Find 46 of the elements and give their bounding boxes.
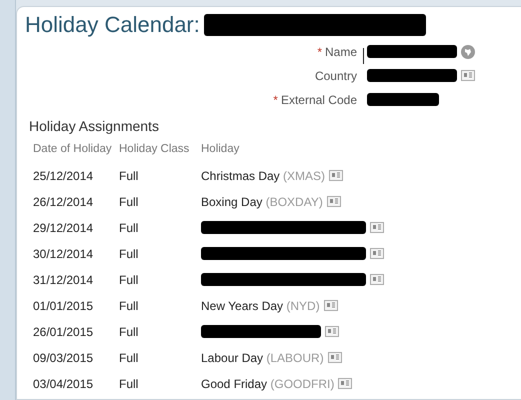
field-label: Country [314, 68, 357, 83]
holiday-name[interactable]: Boxing Day (BOXDAY) [201, 192, 323, 211]
holiday-name[interactable]: Christmas Day (XMAS) [201, 166, 326, 185]
details-icon[interactable] [338, 378, 352, 390]
holiday-name[interactable]: Labour Day (LABOUR) [201, 348, 324, 367]
column-header: Date of Holiday [33, 142, 113, 157]
table-cell-text: Full [119, 350, 140, 367]
table-cell-text: 29/12/2014 [33, 220, 94, 237]
details-icon[interactable] [329, 170, 344, 182]
page-title: Holiday Calendar: [25, 11, 200, 39]
redaction-mark [367, 93, 439, 106]
details-icon[interactable] [328, 352, 342, 364]
table-cell-text: 01/01/2015 [33, 298, 94, 315]
table-cell-text: Full [119, 324, 140, 341]
text-cursor [363, 48, 364, 64]
table-cell-text: Full [119, 298, 140, 315]
details-icon[interactable] [370, 248, 384, 260]
details-icon[interactable] [370, 274, 384, 286]
required-mark: * [273, 92, 278, 107]
field-label: External Code [280, 92, 357, 107]
field-label: Name [324, 44, 357, 59]
table-cell-text: Full [119, 246, 140, 263]
details-icon[interactable] [326, 196, 341, 208]
details-icon[interactable] [324, 300, 338, 312]
details-icon[interactable] [370, 222, 384, 234]
table-cell-text: 30/12/2014 [33, 246, 94, 263]
table-cell-text: 03/04/2015 [33, 376, 94, 393]
holiday-name[interactable]: New Years Day (NYD) [201, 296, 320, 315]
details-icon[interactable] [461, 70, 475, 82]
table-cell-text: 26/01/2015 [33, 324, 94, 341]
column-header: Holiday [201, 142, 240, 157]
details-icon[interactable] [325, 326, 339, 338]
table-cell-text: 26/12/2014 [33, 194, 94, 211]
table-cell-text: 09/03/2015 [33, 350, 94, 367]
table-cell-text: 31/12/2014 [33, 272, 94, 289]
table-cell-text: Full [119, 272, 140, 289]
table-cell-text: Full [119, 376, 140, 393]
section-title: Holiday Assignments [29, 116, 160, 136]
table-cell-text: Full [119, 194, 140, 211]
globe-icon[interactable] [461, 44, 475, 59]
table-cell-text: Full [119, 220, 140, 237]
holiday-name[interactable]: Good Friday (GOODFRI) [201, 374, 334, 393]
required-mark: * [317, 44, 322, 59]
column-header: Holiday Class [119, 142, 190, 157]
table-cell-text: Full [119, 168, 140, 185]
table-cell-text: 25/12/2014 [33, 168, 94, 185]
